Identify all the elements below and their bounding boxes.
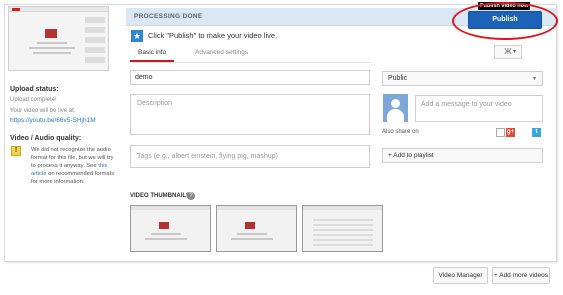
help-icon[interactable]: ? bbox=[187, 192, 195, 200]
annotation-ellipse bbox=[452, 2, 558, 40]
thumbnail-option-3[interactable] bbox=[302, 205, 383, 252]
star-icon: ★ bbox=[131, 30, 143, 42]
thumbnail-option-1[interactable] bbox=[130, 205, 211, 252]
twitter-icon[interactable]: t bbox=[532, 128, 541, 137]
add-to-playlist-button[interactable]: + Add to playlist bbox=[382, 148, 543, 163]
translate-icon: Ж bbox=[504, 47, 512, 56]
live-at-text: Your video will be live at: bbox=[10, 108, 76, 114]
privacy-value: Public bbox=[388, 75, 408, 82]
title-field[interactable]: demo bbox=[130, 70, 370, 85]
privacy-select[interactable]: Public ▾ bbox=[382, 71, 543, 86]
chevron-down-icon: ▾ bbox=[513, 49, 517, 55]
warning-text: We did not recognize the audio format fo… bbox=[31, 146, 119, 186]
upload-complete-text: Upload complete! bbox=[10, 97, 57, 103]
tags-field[interactable]: Tags (e.g., albert einstein, flying pig,… bbox=[130, 145, 370, 168]
video-link[interactable]: https://youtu.be/66v5-SHjh1M bbox=[10, 117, 96, 124]
processing-status: PROCESSING DONE bbox=[134, 13, 203, 20]
description-field[interactable]: Description bbox=[130, 94, 370, 135]
warning-icon: ! bbox=[11, 146, 21, 156]
share-label: Also share on bbox=[382, 129, 419, 135]
video-manager-button[interactable]: Video Manager bbox=[433, 267, 488, 284]
upload-status-title: Upload status: bbox=[10, 86, 59, 93]
quality-title: Video / Audio quality: bbox=[10, 135, 82, 142]
tab-advanced-settings[interactable]: Advanced settings bbox=[195, 49, 248, 56]
translate-button[interactable]: Ж ▾ bbox=[494, 45, 522, 59]
chevron-down-icon: ▾ bbox=[532, 76, 536, 82]
tab-basic-info[interactable]: Basic info bbox=[138, 49, 166, 56]
avatar bbox=[383, 94, 408, 122]
thumbnail-option-2[interactable] bbox=[216, 205, 297, 252]
share-checkbox[interactable] bbox=[496, 128, 505, 137]
publish-hint: Click "Publish" to make your video live. bbox=[148, 31, 278, 40]
google-plus-icon[interactable]: g+ bbox=[506, 128, 515, 137]
add-more-videos-button[interactable]: + Add more videos bbox=[492, 267, 550, 284]
thumbnails-title: VIDEO THUMBNAILS bbox=[130, 193, 190, 199]
message-field[interactable]: Add a message to your video bbox=[415, 95, 543, 122]
tab-divider bbox=[130, 62, 372, 63]
video-preview-thumbnail[interactable] bbox=[8, 6, 109, 71]
